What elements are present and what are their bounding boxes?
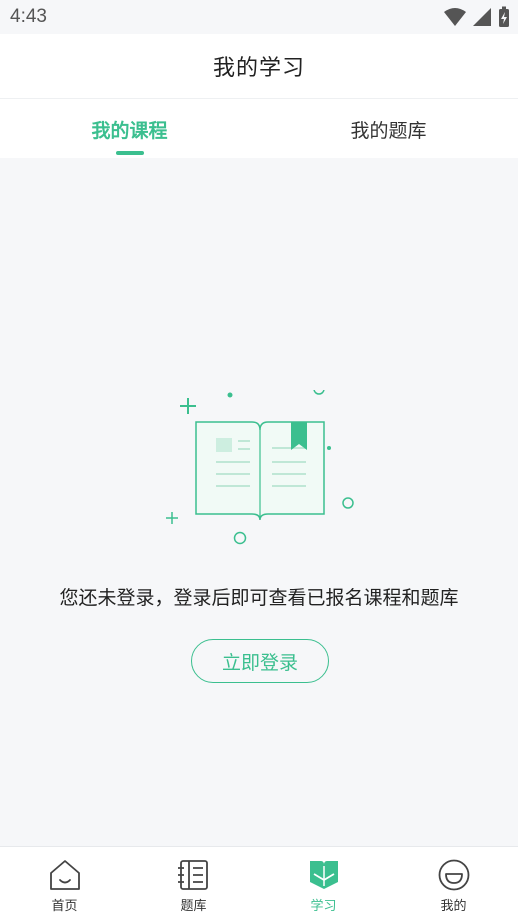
nav-item-study[interactable]: 学习 [259, 847, 388, 920]
tab-my-question-bank[interactable]: 我的题库 [259, 99, 518, 159]
nav-label-question-bank: 题库 [180, 899, 207, 914]
bottom-nav: 首页 题库 学习 我的 [0, 846, 518, 920]
wifi-icon [444, 8, 466, 26]
nav-item-profile[interactable]: 我的 [389, 847, 518, 920]
open-book-icon [166, 390, 354, 545]
battery-icon [499, 6, 509, 27]
tab-my-courses[interactable]: 我的课程 [0, 99, 259, 159]
study-book-icon [309, 861, 338, 889]
nav-label-profile: 我的 [440, 899, 467, 914]
page-header: 我的学习 [0, 34, 518, 98]
nav-label-home: 首页 [51, 899, 78, 914]
signal-icon [473, 8, 491, 26]
tab-bar: 我的课程 我的题库 [0, 98, 518, 158]
status-time: 4:43 [10, 6, 47, 27]
login-button[interactable]: 立即登录 [191, 639, 329, 683]
home-icon [49, 860, 80, 890]
status-icons [444, 6, 510, 28]
login-prompt-text: 您还未登录，登录后即可查看已报名课程和题库 [59, 587, 459, 609]
empty-state: 您还未登录，登录后即可查看已报名课程和题库 立即登录 [0, 158, 518, 846]
nav-item-home[interactable]: 首页 [0, 847, 129, 920]
profile-icon [438, 859, 469, 891]
nav-label-study: 学习 [310, 899, 337, 914]
question-bank-icon [177, 860, 208, 890]
nav-item-question-bank[interactable]: 题库 [129, 847, 258, 920]
tab-active-indicator [116, 151, 144, 155]
page-title: 我的学习 [212, 56, 305, 81]
status-bar: 4:43 [0, 0, 518, 34]
